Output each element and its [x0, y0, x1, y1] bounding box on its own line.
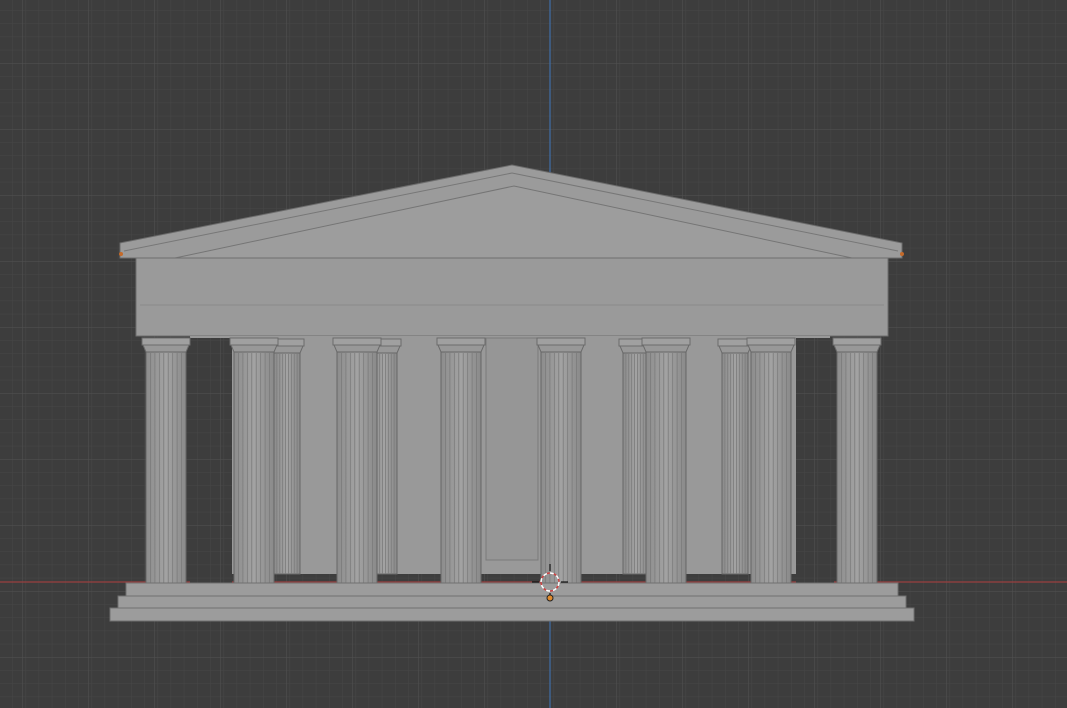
corner-vertex-left: [119, 252, 123, 256]
entablature: [135, 257, 889, 337]
step-top: [125, 582, 899, 597]
grid-gap-right-major: [796, 338, 834, 583]
front-column: [229, 337, 279, 585]
front-column: [536, 337, 586, 585]
front-column: [332, 337, 382, 585]
front-column: [641, 337, 691, 585]
cella-door: [485, 337, 539, 561]
front-column: [141, 337, 191, 585]
back-column: [269, 338, 305, 575]
front-column: [832, 337, 882, 585]
front-column: [436, 337, 486, 585]
step-middle: [117, 595, 907, 609]
back-column: [717, 338, 753, 575]
step-bottom: [109, 607, 915, 622]
temple-mesh[interactable]: [109, 164, 915, 622]
grid-gap-left-major: [190, 338, 232, 583]
3d-viewport[interactable]: [0, 0, 1067, 708]
corner-vertex-right: [900, 252, 904, 256]
origin-icon: [546, 594, 554, 602]
front-column: [746, 337, 796, 585]
